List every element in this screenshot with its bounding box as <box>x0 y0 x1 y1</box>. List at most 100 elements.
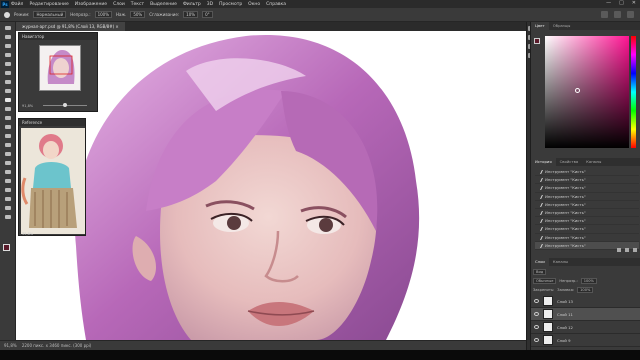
smoothing-field[interactable]: 10% <box>183 11 199 18</box>
layer-thumbnail <box>543 309 553 319</box>
history-item[interactable]: Инструмент "Кисть" <box>535 217 639 226</box>
history-item[interactable]: Инструмент "Кисть" <box>535 176 639 185</box>
smoothing-label: Сглаживание: <box>149 12 180 17</box>
shape-tool-icon[interactable] <box>4 187 12 193</box>
type-tool-icon[interactable] <box>4 169 12 175</box>
angle-field[interactable]: 0° <box>202 11 213 18</box>
trash-icon[interactable] <box>633 248 637 252</box>
path-select-tool-icon[interactable] <box>4 178 12 184</box>
stamp-tool-icon[interactable] <box>4 106 12 112</box>
color-picker-cursor[interactable] <box>575 88 580 93</box>
minimize-button[interactable]: — <box>606 0 611 6</box>
eyedropper-tool-icon[interactable] <box>4 79 12 85</box>
layer-name: Слой 11 <box>557 312 573 317</box>
workspace-icon[interactable] <box>614 11 621 18</box>
blur-tool-icon[interactable] <box>4 142 12 148</box>
navigator-zoom-value[interactable]: 91,8% <box>22 104 33 108</box>
history-item[interactable]: Инструмент "Кисть" <box>535 193 639 201</box>
document-tab-label: журнал-арт.psd @ 91,8% (Слой 13, RGB/8#) <box>22 24 115 29</box>
search-icon[interactable] <box>601 11 608 18</box>
eraser-tool-icon[interactable] <box>4 124 12 130</box>
fill-field[interactable]: 100% <box>577 287 594 293</box>
menu-layers[interactable]: Слои <box>113 2 125 7</box>
history-item[interactable]: Инструмент "Кисть" <box>535 168 639 177</box>
tab-channels[interactable]: Каналы <box>582 158 605 166</box>
menu-file[interactable]: Файл <box>11 2 23 7</box>
hand-tool-icon[interactable] <box>4 196 12 202</box>
new-document-icon[interactable] <box>617 248 621 252</box>
brush-preset-icon[interactable] <box>4 11 10 18</box>
frame-tool-icon[interactable] <box>4 70 12 76</box>
crop-tool-icon[interactable] <box>4 61 12 67</box>
menu-help[interactable]: Справка <box>266 2 286 7</box>
zoom-tool-icon[interactable] <box>4 205 12 211</box>
layer-opacity-field[interactable]: 100% <box>580 278 597 284</box>
tab-properties[interactable]: Свойства <box>556 158 583 166</box>
layer-row[interactable]: Слой 9 <box>531 334 640 347</box>
current-color-swatch[interactable] <box>534 38 540 44</box>
history-item[interactable]: Инструмент "Кисть" <box>535 209 639 218</box>
tab-layer-channels[interactable]: Каналы <box>549 258 572 266</box>
saturation-value-field[interactable] <box>545 36 629 148</box>
layer-lock-row: Закрепить: Заливка: 100% <box>533 287 594 293</box>
reference-zoom-value: 35,8% <box>22 232 34 236</box>
marquee-tool-icon[interactable] <box>4 34 12 40</box>
document-tab[interactable]: журнал-арт.psd @ 91,8% (Слой 13, RGB/8#)… <box>16 22 125 31</box>
history-item[interactable]: Инструмент "Кисть" <box>535 201 639 209</box>
reference-panel: Reference 35,8% <box>18 118 86 236</box>
opacity-field[interactable]: 100% <box>94 11 112 18</box>
navigator-title[interactable]: Навигатор <box>19 33 97 40</box>
brush-tool-icon[interactable] <box>4 97 12 103</box>
layer-row[interactable]: Слой 13 <box>531 295 640 308</box>
close-window-button[interactable]: ✕ <box>632 0 636 6</box>
tab-layers[interactable]: Слои <box>531 258 549 266</box>
menu-view[interactable]: Просмотр <box>219 2 242 7</box>
history-brush-tool-icon[interactable] <box>4 115 12 121</box>
eye-icon[interactable] <box>534 325 539 329</box>
menu-image[interactable]: Изображение <box>75 2 107 7</box>
gradient-tool-icon[interactable] <box>4 133 12 139</box>
maximize-button[interactable]: □ <box>619 0 624 6</box>
reference-title[interactable]: Reference <box>19 119 85 126</box>
eye-icon[interactable] <box>534 299 539 303</box>
navigator-zoom-slider[interactable] <box>43 103 87 107</box>
snapshot-icon[interactable] <box>625 248 629 252</box>
layer-opacity-label: Непрозр.: <box>559 279 578 283</box>
navigator-slider-knob[interactable] <box>63 103 67 107</box>
tab-swatches[interactable]: Образцы <box>549 22 575 30</box>
healing-tool-icon[interactable] <box>4 88 12 94</box>
menu-edit[interactable]: Редактирование <box>29 2 68 7</box>
tab-history[interactable]: История <box>531 158 556 166</box>
more-tools-icon[interactable] <box>4 214 12 220</box>
history-item[interactable]: Инструмент "Кисть" <box>535 184 639 193</box>
layer-row[interactable]: Слой 12 <box>531 321 640 334</box>
history-item[interactable]: Инструмент "Кисть" <box>535 234 639 242</box>
eye-icon[interactable] <box>534 312 539 316</box>
status-zoom[interactable]: 91,8% <box>4 343 17 348</box>
move-tool-icon[interactable] <box>4 25 12 31</box>
layer-row-selected[interactable]: Слой 11 <box>531 308 640 321</box>
history-item[interactable]: Инструмент "Кисть" <box>535 225 639 234</box>
menu-filter[interactable]: Фильтр <box>183 2 201 7</box>
tab-color[interactable]: Цвет <box>531 22 549 30</box>
layer-thumbnail <box>543 322 553 332</box>
foreground-color-swatch[interactable] <box>3 244 10 251</box>
quick-select-tool-icon[interactable] <box>4 52 12 58</box>
flow-field[interactable]: 50% <box>130 11 146 18</box>
document-tab-close-icon[interactable]: × <box>115 24 118 29</box>
mode-select[interactable]: Нормальный <box>33 11 67 18</box>
dodge-tool-icon[interactable] <box>4 151 12 157</box>
navigator-preview[interactable] <box>39 45 81 91</box>
layer-kind-filter[interactable]: Вид <box>533 269 547 275</box>
menu-select[interactable]: Выделение <box>150 2 177 7</box>
menu-3d[interactable]: 3D <box>207 2 213 7</box>
hue-slider[interactable] <box>631 36 636 148</box>
status-document-info: 2200 пикс. x 3460 пикс. (300 ppi) <box>21 343 92 348</box>
share-icon[interactable] <box>627 11 634 18</box>
menu-window[interactable]: Окно <box>248 2 260 7</box>
blend-mode-select[interactable]: Обычные <box>533 278 557 284</box>
lasso-tool-icon[interactable] <box>4 43 12 49</box>
pen-tool-icon[interactable] <box>4 160 12 166</box>
menu-text[interactable]: Текст <box>131 2 144 7</box>
eye-icon[interactable] <box>534 338 539 342</box>
